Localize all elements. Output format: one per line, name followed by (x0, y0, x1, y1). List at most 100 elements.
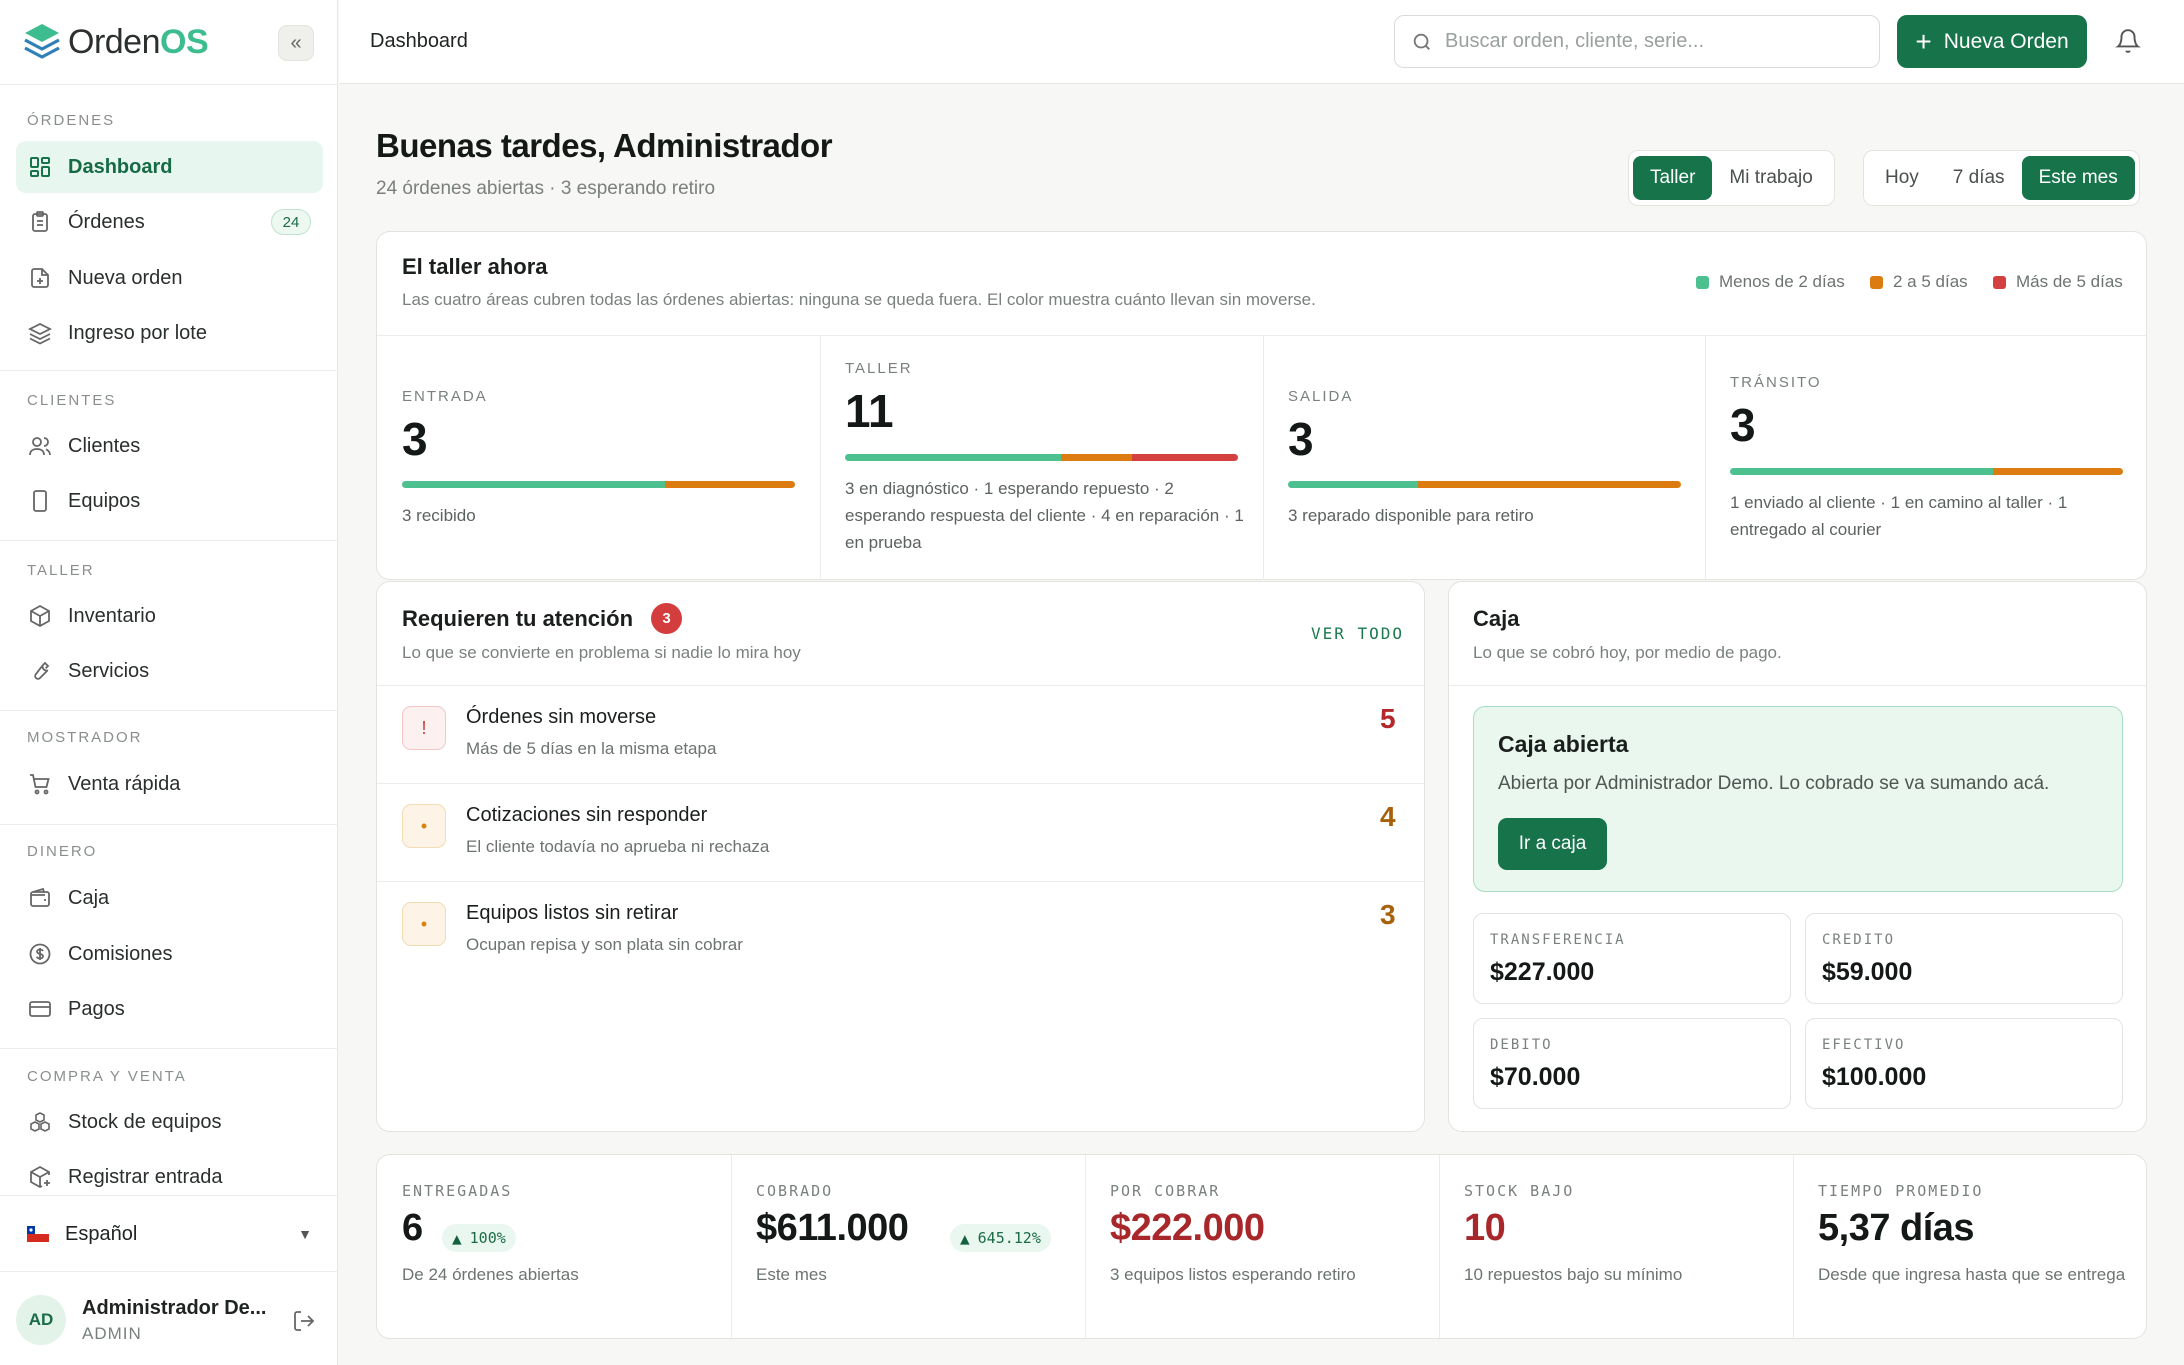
alert-icon: ! (402, 706, 446, 750)
users-icon (29, 437, 51, 456)
legend-swatch (1696, 275, 1709, 289)
nav-item-servicios[interactable]: Servicios (16, 645, 323, 697)
card-subtitle: Lo que se cobró hoy, por medio de pago. (1473, 643, 1782, 662)
legend-item-fresh: Menos de 2 días (1696, 272, 1845, 292)
payment-transferencia: TRANSFERENCIA $227.000 (1473, 913, 1791, 1004)
nav-label: Clientes (68, 434, 141, 457)
nav-label: Caja (68, 886, 110, 909)
payment-credito: CREDITO $59.000 (1805, 913, 2123, 1004)
dot-icon: • (402, 902, 446, 946)
nav-item-pagos[interactable]: Pagos (16, 983, 323, 1035)
bar-segment-fresh (402, 481, 666, 488)
stage-desc-transito: 1 enviado al cliente · 1 en camino al ta… (1730, 493, 2068, 539)
go-to-caja-button[interactable]: Ir a caja (1498, 818, 1607, 870)
kpi-subtitle: 10 repuestos bajo su mínimo (1464, 1265, 1683, 1284)
stage-label-taller: TALLER (845, 360, 913, 377)
collapse-sidebar-button[interactable]: « (278, 25, 314, 61)
card-title: Requieren tu atención (402, 606, 634, 631)
kpi-label: ENTREGADAS (402, 1182, 513, 1200)
payment-label: DEBITO (1490, 1037, 1553, 1053)
new-order-label: Nueva Orden (1943, 29, 2069, 53)
kpi-delta-badge: ▲ 100% (442, 1224, 516, 1252)
payment-label: TRANSFERENCIA (1490, 932, 1626, 948)
bar-segment-mid (665, 481, 795, 488)
stage-desc-salida: 3 reparado disponible para retiro (1288, 506, 1534, 525)
nav-item-nueva-orden[interactable]: Nueva orden (16, 252, 323, 304)
nav-item-caja[interactable]: Caja (16, 872, 323, 924)
kpi-value: $222.000 (1110, 1207, 1265, 1249)
nav-item-comisiones[interactable]: Comisiones (16, 928, 323, 980)
user-profile[interactable]: AD Administrador De... ADMIN (16, 1295, 316, 1345)
brand-name: OrdenOS (68, 22, 209, 61)
legend-item-stale: Más de 5 días (1993, 272, 2123, 292)
logout-icon[interactable] (292, 1309, 316, 1333)
nav-label: Dashboard (68, 155, 173, 178)
boxes-icon (30, 1112, 50, 1132)
caja-open-subtitle: Abierta por Administrador Demo. Lo cobra… (1498, 773, 2050, 794)
kpi-label: POR COBRAR (1110, 1182, 1221, 1200)
nav-label: Comisiones (68, 942, 173, 965)
stage-bar-entrada (402, 481, 795, 488)
nav-item-equipos[interactable]: Equipos (16, 475, 323, 527)
stage-count-taller: 11 (845, 385, 894, 437)
credit-card-icon (29, 1001, 51, 1017)
user-name: Administrador De... (82, 1296, 267, 1319)
nav-item-ingreso-lote[interactable]: Ingreso por lote (16, 307, 323, 359)
clipboard-icon (32, 211, 48, 232)
divider (1439, 1155, 1440, 1338)
period-toggle: Hoy 7 días Este mes (1863, 150, 2140, 206)
stage-label-entrada: ENTRADA (402, 388, 488, 405)
stage-label-transito: TRÁNSITO (1730, 374, 1822, 391)
card-subtitle: Lo que se convierte en problema si nadie… (402, 643, 801, 662)
attention-row-count: 4 (1380, 801, 1396, 832)
nav-item-venta-rapida[interactable]: Venta rápida (16, 758, 323, 810)
payment-value: $227.000 (1490, 958, 1595, 986)
payment-label: EFECTIVO (1822, 1037, 1906, 1053)
nav-item-inventario[interactable]: Inventario (16, 590, 323, 642)
tab-taller[interactable]: Taller (1633, 156, 1713, 200)
wrench-icon (34, 661, 50, 680)
kpi-value: 10 (1464, 1207, 1506, 1249)
divider (731, 1155, 732, 1338)
avatar: AD (16, 1295, 66, 1345)
divider (0, 540, 338, 541)
new-order-button[interactable]: + Nueva Orden (1897, 15, 2087, 68)
stage-desc-taller: 3 en diagnóstico · 1 esperando repuesto … (845, 479, 1244, 552)
caja-open-title: Caja abierta (1498, 731, 1629, 757)
nav-item-clientes[interactable]: Clientes (16, 420, 323, 472)
language-selector[interactable]: Español ▼ (27, 1220, 312, 1248)
nav-item-stock-equipos[interactable]: Stock de equipos (16, 1096, 323, 1148)
tab-hoy[interactable]: Hoy (1868, 156, 1936, 200)
kpi-label: TIEMPO PROMEDIO (1818, 1182, 1984, 1200)
divider (1263, 336, 1264, 580)
nav-section-mostrador: MOSTRADOR (27, 729, 143, 746)
legend-swatch (1870, 275, 1883, 289)
layers-logo-icon (24, 24, 60, 59)
kpi-subtitle: Desde que ingresa hasta que se entrega (1818, 1265, 2126, 1284)
payment-value: $59.000 (1822, 958, 1913, 986)
stage-desc-entrada: 3 recibido (402, 506, 476, 525)
kpi-delta-badge: ▲ 645.12% (950, 1224, 1051, 1252)
tab-mi-trabajo[interactable]: Mi trabajo (1712, 156, 1829, 200)
phone-icon (33, 490, 47, 512)
legend-item-mid: 2 a 5 días (1870, 272, 1968, 292)
brand-logo[interactable]: OrdenOS (22, 20, 209, 64)
divider (377, 685, 1424, 686)
stage-count-entrada: 3 (402, 413, 428, 465)
search-input[interactable]: Buscar orden, cliente, serie... (1394, 15, 1880, 68)
bar-segment-mid (1061, 454, 1132, 461)
view-all-link[interactable]: VER TODO (1311, 624, 1404, 643)
triangle-up-icon: ▲ (452, 1228, 462, 1248)
ordenes-count-badge: 24 (271, 209, 311, 235)
bell-icon[interactable] (2115, 28, 2141, 54)
divider (377, 881, 1424, 882)
tab-7-dias[interactable]: 7 días (1936, 156, 2022, 200)
tab-este-mes[interactable]: Este mes (2021, 156, 2135, 200)
divider (820, 336, 821, 580)
divider (0, 1271, 338, 1272)
divider (0, 1048, 338, 1049)
user-role: ADMIN (82, 1323, 142, 1343)
nav-item-ordenes[interactable]: Órdenes 24 (16, 196, 323, 248)
page-subtitle: 24 órdenes abiertas · 3 esperando retiro (376, 178, 716, 199)
nav-item-dashboard[interactable]: Dashboard (16, 141, 323, 193)
